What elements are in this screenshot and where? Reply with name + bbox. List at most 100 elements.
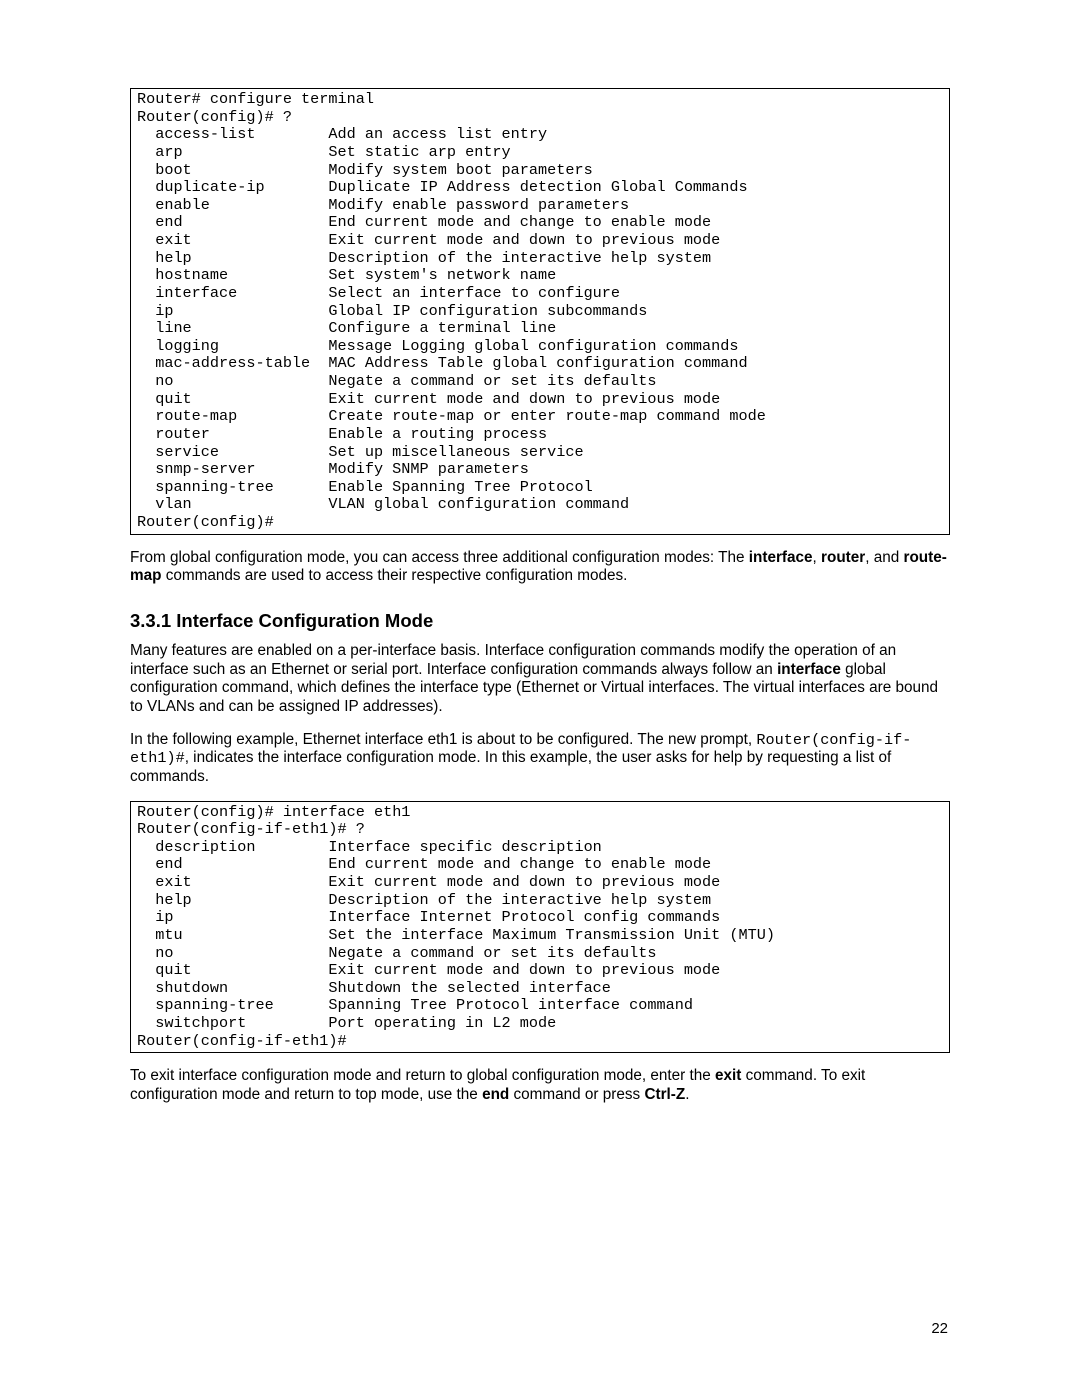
cli-indent <box>137 461 155 479</box>
cli-help-row: mac-address-tableMAC Address Table globa… <box>137 355 943 373</box>
bold-exit: exit <box>715 1067 741 1084</box>
cli-indent <box>137 496 155 514</box>
cli-command: router <box>155 426 328 444</box>
cli-indent <box>137 355 155 373</box>
bold-interface: interface <box>749 549 813 566</box>
cli-indent <box>137 338 155 356</box>
cli-indent <box>137 997 155 1015</box>
paragraph-modes-intro: From global configuration mode, you can … <box>130 549 950 586</box>
cli-help-row: routerEnable a routing process <box>137 426 943 444</box>
cli-description: Set system's network name <box>328 267 943 285</box>
cli-description: Duplicate IP Address detection Global Co… <box>328 179 943 197</box>
cli-description: Enable a routing process <box>328 426 943 444</box>
cli-command: ip <box>155 909 328 927</box>
text: . <box>685 1086 689 1103</box>
cli-indent <box>137 444 155 462</box>
cli-indent <box>137 856 155 874</box>
cli-command: access-list <box>155 126 328 144</box>
cli-help-row: lineConfigure a terminal line <box>137 320 943 338</box>
cli-description: VLAN global configuration command <box>328 496 943 514</box>
cli-description: Modify enable password parameters <box>328 197 943 215</box>
cli-line: Router# configure terminal <box>137 91 943 109</box>
cli-line: Router(config)# <box>137 514 943 532</box>
cli-description: Configure a terminal line <box>328 320 943 338</box>
paragraph-exit-instructions: To exit interface configuration mode and… <box>130 1067 950 1104</box>
cli-description: Exit current mode and down to previous m… <box>328 874 943 892</box>
cli-command: mtu <box>155 927 328 945</box>
text: , and <box>865 549 903 566</box>
cli-description: End current mode and change to enable mo… <box>328 856 943 874</box>
cli-indent <box>137 479 155 497</box>
cli-indent <box>137 320 155 338</box>
cli-indent <box>137 892 155 910</box>
cli-command: interface <box>155 285 328 303</box>
text: command or press <box>509 1086 644 1103</box>
cli-help-row: switchportPort operating in L2 mode <box>137 1015 943 1033</box>
cli-indent <box>137 214 155 232</box>
cli-command: spanning-tree <box>155 479 328 497</box>
cli-description: Interface Internet Protocol config comma… <box>328 909 943 927</box>
cli-command: snmp-server <box>155 461 328 479</box>
cli-help-row: endEnd current mode and change to enable… <box>137 856 943 874</box>
cli-description: End current mode and change to enable mo… <box>328 214 943 232</box>
cli-help-row: enableModify enable password parameters <box>137 197 943 215</box>
cli-help-row: mtuSet the interface Maximum Transmissio… <box>137 927 943 945</box>
cli-command: help <box>155 892 328 910</box>
cli-line: Router(config-if-eth1)# <box>137 1033 943 1051</box>
cli-help-row: ipInterface Internet Protocol config com… <box>137 909 943 927</box>
cli-command: arp <box>155 144 328 162</box>
cli-indent <box>137 162 155 180</box>
cli-help-row: route-mapCreate route-map or enter route… <box>137 408 943 426</box>
cli-description: Description of the interactive help syst… <box>328 250 943 268</box>
cli-help-row: exitExit current mode and down to previo… <box>137 874 943 892</box>
paragraph-example-intro: In the following example, Ethernet inter… <box>130 731 950 787</box>
cli-indent <box>137 144 155 162</box>
cli-command: end <box>155 214 328 232</box>
cli-command: duplicate-ip <box>155 179 328 197</box>
cli-command: no <box>155 373 328 391</box>
cli-indent <box>137 197 155 215</box>
text: Many features are enabled on a per-inter… <box>130 642 862 659</box>
cli-indent <box>137 232 155 250</box>
cli-description: Modify system boot parameters <box>328 162 943 180</box>
cli-command: exit <box>155 232 328 250</box>
page-content: Router# configure terminalRouter(config)… <box>130 88 950 1105</box>
cli-indent <box>137 839 155 857</box>
cli-command: exit <box>155 874 328 892</box>
bold-router: router <box>821 549 865 566</box>
cli-help-row: quitExit current mode and down to previo… <box>137 391 943 409</box>
cli-line: Router(config)# ? <box>137 109 943 127</box>
cli-description: Exit current mode and down to previous m… <box>328 232 943 250</box>
cli-help-row: vlanVLAN global configuration command <box>137 496 943 514</box>
cli-description: Port operating in L2 mode <box>328 1015 943 1033</box>
cli-indent <box>137 962 155 980</box>
cli-description: Spanning Tree Protocol interface command <box>328 997 943 1015</box>
cli-command: vlan <box>155 496 328 514</box>
cli-indent <box>137 927 155 945</box>
text: , indicates the interface configuration … <box>185 749 692 766</box>
cli-indent <box>137 179 155 197</box>
bold-ctrl-z: Ctrl-Z <box>644 1086 685 1103</box>
cli-description: Modify SNMP parameters <box>328 461 943 479</box>
cli-command: shutdown <box>155 980 328 998</box>
heading-interface-config-mode: 3.3.1 Interface Configuration Mode <box>130 610 950 632</box>
cli-description: Negate a command or set its defaults <box>328 945 943 963</box>
cli-indent <box>137 267 155 285</box>
cli-help-row: duplicate-ipDuplicate IP Address detecti… <box>137 179 943 197</box>
cli-output-interface-config: Router(config)# interface eth1Router(con… <box>130 801 950 1054</box>
cli-help-row: noNegate a command or set its defaults <box>137 945 943 963</box>
cli-help-row: spanning-treeSpanning Tree Protocol inte… <box>137 997 943 1015</box>
cli-description: Shutdown the selected interface <box>328 980 943 998</box>
cli-help-row: noNegate a command or set its defaults <box>137 373 943 391</box>
cli-indent <box>137 909 155 927</box>
cli-description: Exit current mode and down to previous m… <box>328 962 943 980</box>
cli-description: Interface specific description <box>328 839 943 857</box>
cli-help-row: quitExit current mode and down to previo… <box>137 962 943 980</box>
cli-help-row: loggingMessage Logging global configurat… <box>137 338 943 356</box>
cli-indent <box>137 303 155 321</box>
cli-help-row: shutdownShutdown the selected interface <box>137 980 943 998</box>
cli-help-row: access-listAdd an access list entry <box>137 126 943 144</box>
bold-end: end <box>482 1086 509 1103</box>
paragraph-interface-desc: Many features are enabled on a per-inter… <box>130 642 950 717</box>
cli-help-row: descriptionInterface specific descriptio… <box>137 839 943 857</box>
